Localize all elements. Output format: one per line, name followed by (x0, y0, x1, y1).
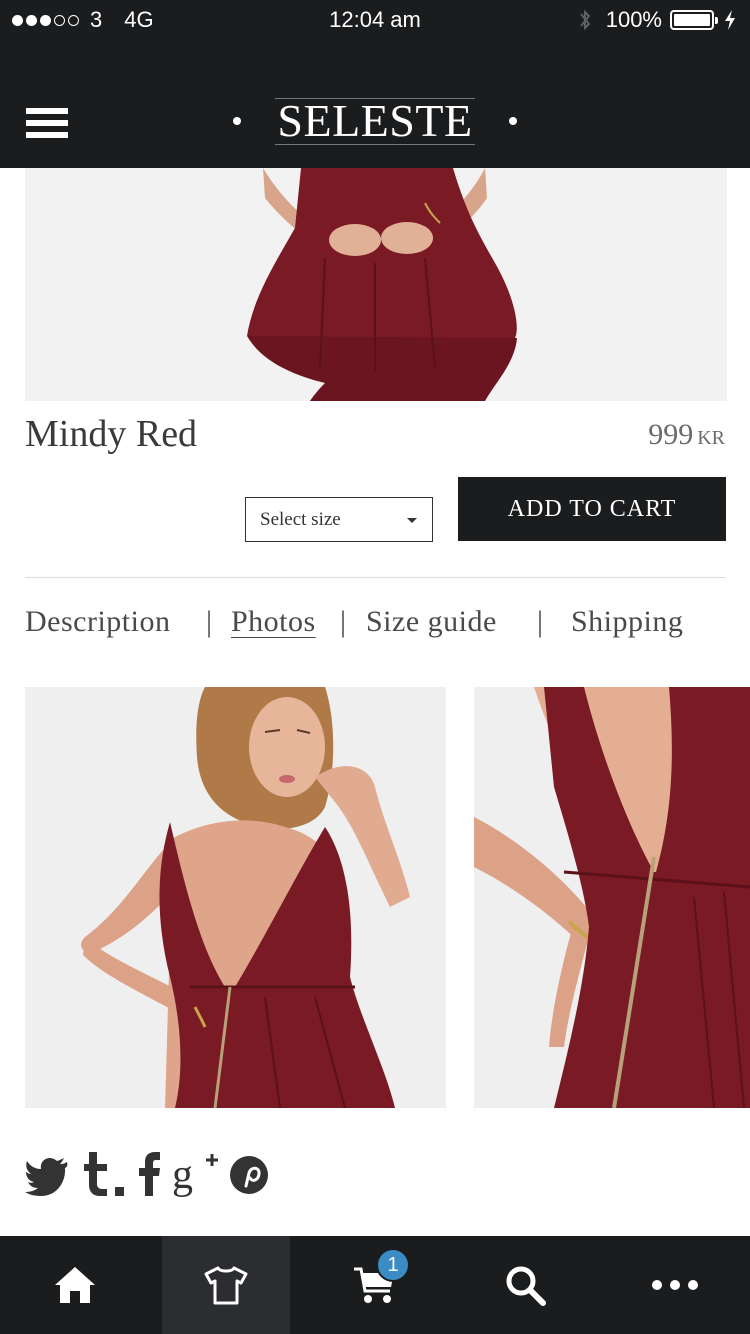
facebook-icon[interactable] (138, 1152, 162, 1196)
brand-logo[interactable]: SELESTE (0, 94, 750, 147)
twitter-icon[interactable] (25, 1156, 69, 1196)
tab-photos[interactable]: Photos (231, 605, 316, 639)
dress-back-photo-illustration (25, 687, 446, 1108)
cart-count-badge: 1 (376, 1248, 410, 1282)
caret-down-icon (407, 518, 417, 523)
battery-icon (670, 10, 718, 30)
size-select-value: Select size (260, 508, 341, 530)
svg-text:g: g (172, 1152, 193, 1198)
product-main-image[interactable] (25, 168, 727, 401)
nav-more[interactable] (600, 1236, 750, 1334)
divider (25, 577, 726, 578)
charging-icon (725, 10, 735, 30)
status-right: 100% (578, 7, 736, 33)
size-select[interactable]: Select size (245, 497, 433, 542)
product-price: 999 KR (648, 418, 725, 452)
nav-shop[interactable] (162, 1236, 290, 1334)
dress-zipper-photo-illustration (474, 687, 750, 1108)
battery-percent: 100% (605, 7, 662, 32)
pinterest-icon[interactable] (230, 1156, 268, 1194)
nav-cart[interactable] (300, 1236, 450, 1334)
price-currency: KR (697, 427, 725, 449)
tab-separator: | (206, 605, 213, 638)
logo-text: SELESTE (257, 94, 492, 147)
price-amount: 999 (648, 418, 694, 451)
status-bar: 3 4G 12:04 am 100% (0, 0, 750, 40)
logo-dot-icon (508, 117, 517, 126)
bottom-nav: 1 (0, 1236, 750, 1334)
tumblr-icon[interactable] (81, 1152, 125, 1196)
app-header: SELESTE (0, 40, 750, 168)
nav-home[interactable] (0, 1236, 150, 1334)
logo-dot-icon (233, 117, 242, 126)
more-icon (652, 1280, 698, 1290)
tab-shipping[interactable]: Shipping (571, 605, 683, 639)
nav-search[interactable] (450, 1236, 600, 1334)
product-photo[interactable] (25, 687, 446, 1108)
tab-separator: | (340, 605, 347, 638)
home-icon (55, 1267, 95, 1303)
tab-size-guide[interactable]: Size guide (366, 605, 497, 639)
product-photo[interactable] (474, 687, 750, 1108)
tab-separator: | (537, 605, 544, 638)
dress-front-illustration (25, 168, 727, 401)
tshirt-icon (204, 1266, 248, 1305)
google-plus-icon[interactable]: g (172, 1150, 218, 1198)
search-icon (506, 1266, 546, 1306)
add-to-cart-button[interactable]: ADD TO CART (458, 477, 726, 541)
product-name: Mindy Red (25, 413, 198, 455)
bluetooth-icon (579, 9, 591, 31)
tab-description[interactable]: Description (25, 605, 170, 639)
